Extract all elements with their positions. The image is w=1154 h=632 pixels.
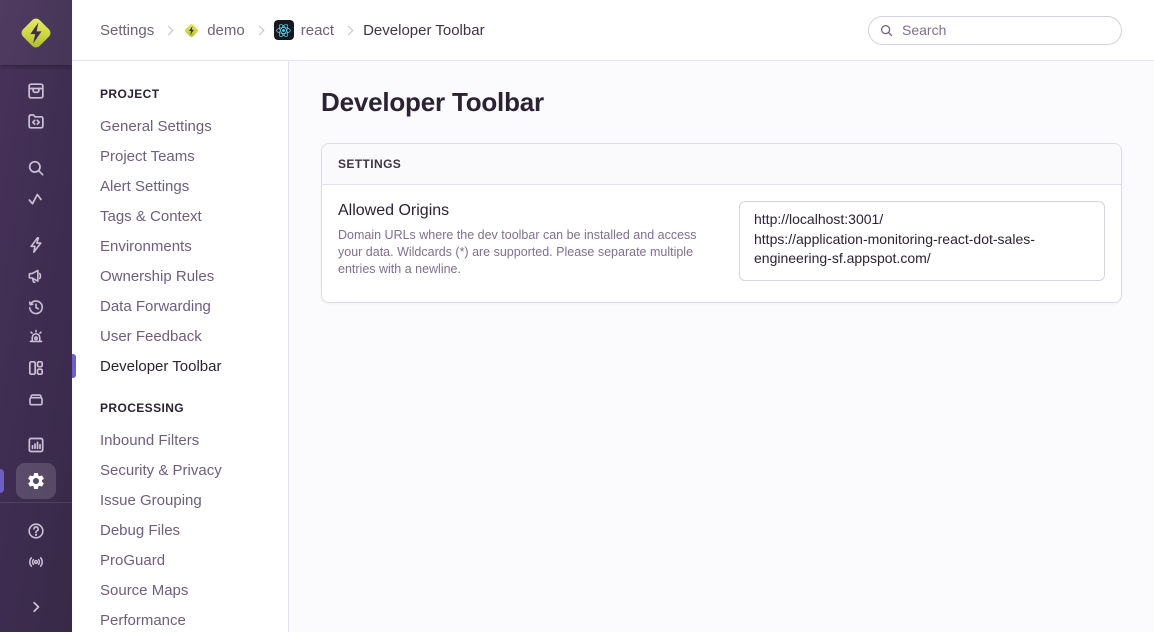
settings-active-highlight bbox=[16, 463, 56, 499]
settings-panel: SETTINGS Allowed Origins Domain URLs whe… bbox=[321, 143, 1122, 303]
sidebar-item-ownership-rules[interactable]: Ownership Rules bbox=[72, 261, 288, 291]
sidebar-item-issue-grouping[interactable]: Issue Grouping bbox=[72, 485, 288, 515]
breadcrumb-current-page: Developer Toolbar bbox=[363, 22, 484, 39]
breadcrumb-org-label: demo bbox=[207, 22, 245, 39]
rail-issues-button[interactable] bbox=[0, 75, 72, 106]
allowed-origins-field-row: Allowed Origins Domain URLs where the de… bbox=[322, 185, 1121, 302]
dashboards-icon bbox=[26, 358, 46, 378]
top-header: Settings demo bbox=[72, 0, 1154, 61]
rail-bottom-group bbox=[0, 502, 72, 632]
sidebar-item-developer-toolbar[interactable]: Developer Toolbar bbox=[72, 351, 288, 381]
breadcrumb-separator-icon bbox=[344, 25, 354, 35]
sidebar-item-debug-files[interactable]: Debug Files bbox=[72, 515, 288, 545]
pulse-icon bbox=[26, 189, 46, 209]
nav-section-processing: PROCESSING bbox=[72, 401, 288, 415]
nav-section-project: PROJECT bbox=[72, 87, 288, 101]
lightning-icon bbox=[26, 235, 46, 255]
sidebar-item-tags-context[interactable]: Tags & Context bbox=[72, 201, 288, 231]
search-rail-icon bbox=[26, 158, 46, 178]
sidebar-item-performance[interactable]: Performance bbox=[72, 605, 288, 632]
body: PROJECT General Settings Project Teams A… bbox=[72, 61, 1154, 632]
sentry-logo[interactable] bbox=[0, 0, 72, 65]
rail-projects-button[interactable] bbox=[0, 106, 72, 137]
broadcast-icon bbox=[26, 552, 46, 572]
global-search bbox=[868, 16, 1122, 45]
sidebar-item-inbound-filters[interactable]: Inbound Filters bbox=[72, 425, 288, 455]
main-content: Developer Toolbar SETTINGS Allowed Origi… bbox=[289, 61, 1154, 632]
siren-icon bbox=[26, 327, 46, 347]
breadcrumb-separator-icon bbox=[254, 25, 264, 35]
help-icon bbox=[26, 521, 46, 541]
search-input[interactable] bbox=[868, 16, 1122, 45]
allowed-origins-description: Domain URLs where the dev toolbar can be… bbox=[338, 227, 715, 278]
sidebar-item-alert-settings[interactable]: Alert Settings bbox=[72, 171, 288, 201]
page-title: Developer Toolbar bbox=[321, 87, 1122, 117]
stats-icon bbox=[26, 435, 46, 455]
gear-icon bbox=[26, 471, 46, 491]
breadcrumb-project-label: react bbox=[301, 22, 334, 39]
sidebar-item-project-teams[interactable]: Project Teams bbox=[72, 141, 288, 171]
primary-icon-rail bbox=[0, 0, 72, 632]
sidebar-item-user-feedback[interactable]: User Feedback bbox=[72, 321, 288, 351]
rail-replays-button[interactable] bbox=[0, 291, 72, 322]
rail-alerts-button[interactable] bbox=[0, 322, 72, 353]
field-control: http://localhost:3001/ https://applicati… bbox=[739, 201, 1105, 286]
rail-explore-button[interactable] bbox=[0, 153, 72, 184]
right-side: Settings demo bbox=[72, 0, 1154, 632]
settings-subnav: PROJECT General Settings Project Teams A… bbox=[72, 61, 289, 632]
rail-vitals-button[interactable] bbox=[0, 183, 72, 214]
rail-insights-button[interactable] bbox=[0, 383, 72, 414]
react-logo-icon bbox=[276, 23, 291, 38]
rail-settings-button[interactable] bbox=[0, 460, 72, 502]
rail-feedback-button[interactable] bbox=[0, 261, 72, 292]
allowed-origins-textarea[interactable]: http://localhost:3001/ https://applicati… bbox=[739, 201, 1105, 281]
breadcrumb: Settings demo bbox=[100, 20, 485, 40]
sidebar-item-security-privacy[interactable]: Security & Privacy bbox=[72, 455, 288, 485]
sentry-logo-icon bbox=[17, 14, 55, 52]
rail-expand-button[interactable] bbox=[0, 591, 72, 622]
rail-dashboards-button[interactable] bbox=[0, 353, 72, 384]
rail-stats-button[interactable] bbox=[0, 430, 72, 461]
org-avatar-icon bbox=[183, 22, 200, 39]
panel-header: SETTINGS bbox=[322, 144, 1121, 185]
sidebar-item-proguard[interactable]: ProGuard bbox=[72, 545, 288, 575]
rail-whats-new-button[interactable] bbox=[0, 546, 72, 577]
sidebar-item-data-forwarding[interactable]: Data Forwarding bbox=[72, 291, 288, 321]
issues-icon bbox=[26, 81, 46, 101]
rail-releases-button[interactable] bbox=[0, 230, 72, 261]
sidebar-item-source-maps[interactable]: Source Maps bbox=[72, 575, 288, 605]
breadcrumb-project[interactable]: react bbox=[274, 20, 334, 40]
react-project-avatar bbox=[274, 20, 294, 40]
breadcrumb-separator-icon bbox=[164, 25, 174, 35]
sidebar-item-environments[interactable]: Environments bbox=[72, 231, 288, 261]
app-root: Settings demo bbox=[0, 0, 1154, 632]
breadcrumb-org[interactable]: demo bbox=[183, 22, 245, 39]
chevron-right-icon bbox=[26, 597, 46, 617]
megaphone-icon bbox=[26, 266, 46, 286]
search-icon bbox=[879, 23, 894, 38]
toolbox-icon bbox=[26, 389, 46, 409]
allowed-origins-label: Allowed Origins bbox=[338, 201, 715, 220]
clock-history-icon bbox=[26, 297, 46, 317]
rail-help-button[interactable] bbox=[0, 515, 72, 546]
field-meta: Allowed Origins Domain URLs where the de… bbox=[338, 201, 739, 278]
sidebar-item-general-settings[interactable]: General Settings bbox=[72, 111, 288, 141]
breadcrumb-settings[interactable]: Settings bbox=[100, 22, 154, 39]
projects-icon bbox=[26, 111, 46, 131]
